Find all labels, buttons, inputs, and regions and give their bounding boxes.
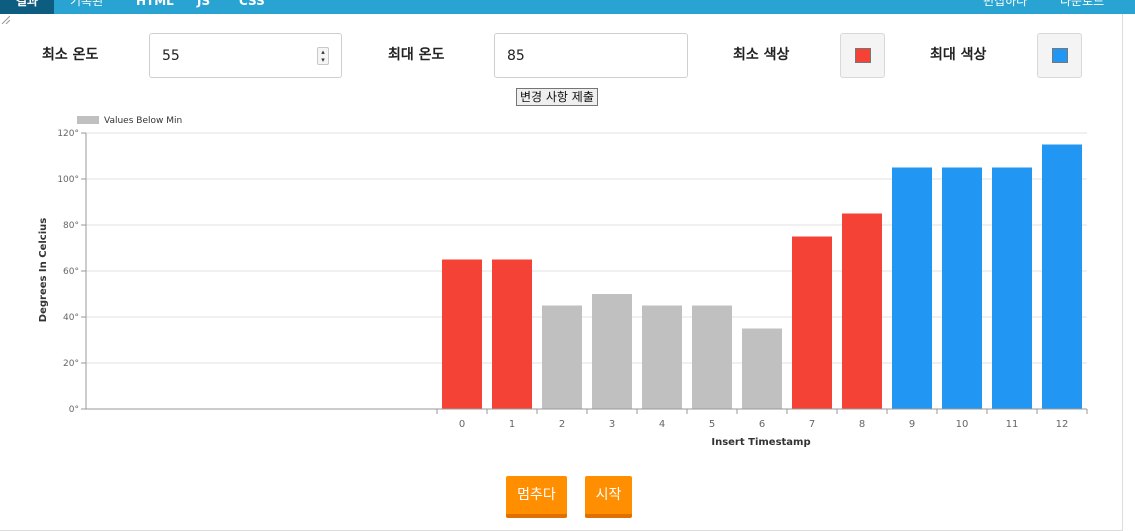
bar-5 — [692, 305, 732, 409]
y-tick-label: 100° — [57, 175, 79, 185]
x-tick-label: 8 — [859, 419, 865, 430]
y-tick-label: 40° — [63, 313, 79, 323]
x-tick-label: 12 — [1056, 419, 1069, 430]
y-tick-label: 120° — [57, 129, 79, 139]
bar-8 — [842, 213, 882, 409]
x-tick-label: 6 — [759, 419, 765, 430]
y-axis-title: Degrees In Celcius — [38, 218, 49, 323]
bar-1 — [492, 259, 532, 409]
y-tick-label: 20° — [63, 359, 79, 369]
bar-11 — [992, 167, 1032, 409]
x-axis: 0 1 2 3 4 5 6 7 8 9 10 11 12 — [86, 408, 1088, 430]
bar-7 — [792, 236, 832, 409]
x-tick-label: 2 — [559, 419, 565, 430]
x-tick-label: 7 — [809, 419, 815, 430]
bar-12 — [1042, 144, 1082, 409]
y-axis: 0° 20° 40° 60° 80° 100° 120° — [57, 129, 87, 415]
temperature-bar-chart: Values Below Min 0°20°40°60°80°100°120° … — [38, 116, 1088, 448]
y-tick-label: 0° — [69, 405, 79, 415]
bar-6 — [742, 328, 782, 409]
x-tick-label: 0 — [459, 419, 465, 430]
bar-3 — [592, 294, 632, 409]
chart-bars — [442, 144, 1082, 409]
y-tick-label: 80° — [63, 221, 79, 231]
x-tick-label: 5 — [709, 419, 715, 430]
legend-label: Values Below Min — [104, 116, 182, 126]
bar-0 — [442, 259, 482, 409]
y-tick-label: 60° — [63, 267, 79, 277]
x-tick-label: 1 — [509, 419, 515, 430]
x-tick-label: 11 — [1006, 419, 1019, 430]
x-tick-label: 9 — [909, 419, 915, 430]
bar-4 — [642, 305, 682, 409]
bar-10 — [942, 167, 982, 409]
bar-2 — [542, 305, 582, 409]
chart-legend: Values Below Min — [77, 116, 182, 126]
x-axis-title: Insert Timestamp — [711, 437, 810, 448]
chart-grid — [86, 132, 1087, 410]
x-tick-label: 3 — [609, 419, 615, 430]
legend-swatch — [77, 116, 99, 124]
x-tick-label: 4 — [659, 419, 665, 430]
bar-9 — [892, 167, 932, 409]
x-tick-label: 10 — [956, 419, 969, 430]
